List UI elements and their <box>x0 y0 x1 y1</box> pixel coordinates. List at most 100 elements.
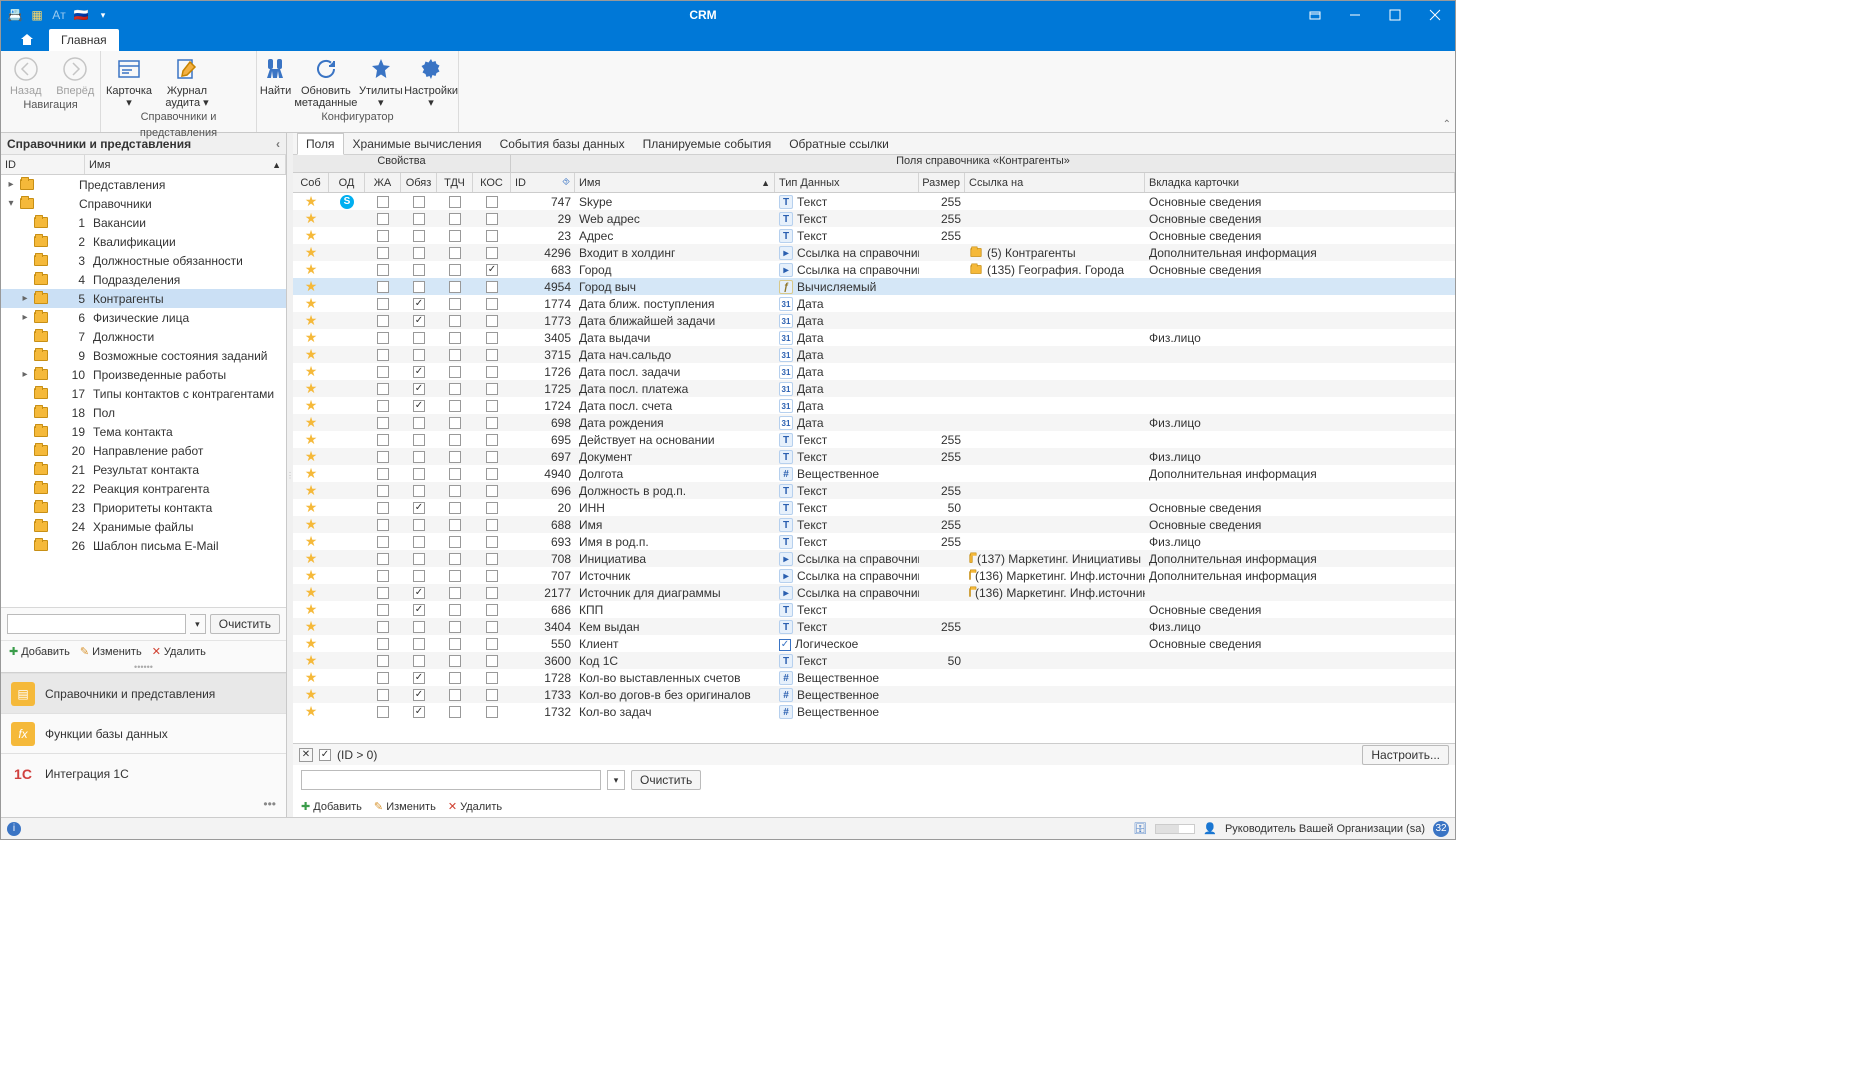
grid-row[interactable]: ★698Дата рождения31 ДатаФиз.лицо <box>293 414 1455 431</box>
grid-row[interactable]: ★1732Кол-во задач# Вещественное <box>293 703 1455 720</box>
tree-item[interactable]: 2Квалификации <box>1 232 286 251</box>
check-ob[interactable] <box>413 434 425 446</box>
check-ob[interactable] <box>413 604 425 616</box>
find-button[interactable]: Найти <box>257 51 294 109</box>
check-kos[interactable] <box>486 213 498 225</box>
tree-item[interactable]: ▸5Контрагенты <box>1 289 286 308</box>
check-kos[interactable] <box>486 451 498 463</box>
check-ja[interactable] <box>377 213 389 225</box>
star-icon[interactable]: ★ <box>305 550 318 567</box>
col-imya[interactable]: Имя▲ <box>575 173 775 192</box>
tree-item[interactable]: 23Приоритеты контакта <box>1 498 286 517</box>
check-tdc[interactable] <box>449 502 461 514</box>
mtab[interactable]: Хранимые вычисления <box>344 133 491 155</box>
search-dd[interactable]: ▾ <box>607 770 625 790</box>
grid-row[interactable]: ★707Источник▸ Ссылка на справочник(136) … <box>293 567 1455 584</box>
col-kos[interactable]: КОС <box>473 173 511 192</box>
check-kos[interactable] <box>486 230 498 242</box>
add-button[interactable]: ✚ Добавить <box>9 645 70 658</box>
nav-spr[interactable]: ▤ Справочники и представления <box>1 673 286 713</box>
grid-row[interactable]: ★1728Кол-во выставленных счетов# Веществ… <box>293 669 1455 686</box>
check-kos[interactable] <box>486 536 498 548</box>
mtab[interactable]: Планируемые события <box>634 133 781 155</box>
tree-item[interactable]: 21Результат контакта <box>1 460 286 479</box>
check-ob[interactable] <box>413 264 425 276</box>
minimize-button[interactable] <box>1335 1 1375 29</box>
col-sob[interactable]: Соб <box>293 173 329 192</box>
check-ja[interactable] <box>377 672 389 684</box>
check-tdc[interactable] <box>449 349 461 361</box>
check-ob[interactable] <box>413 706 425 718</box>
col-ob[interactable]: Обяз <box>401 173 437 192</box>
audit-button[interactable]: Журнал аудита ▾ <box>157 51 217 109</box>
grid-row[interactable]: ★695Действует на основанииT Текст255 <box>293 431 1455 448</box>
grid-row[interactable]: ★550Клиент ЛогическоеОсновные сведения <box>293 635 1455 652</box>
check-tdc[interactable] <box>449 587 461 599</box>
check-ob[interactable] <box>413 451 425 463</box>
check-kos[interactable] <box>486 298 498 310</box>
check-tdc[interactable] <box>449 230 461 242</box>
check-kos[interactable] <box>486 485 498 497</box>
check-kos[interactable] <box>486 264 498 276</box>
check-ob[interactable] <box>413 570 425 582</box>
star-icon[interactable]: ★ <box>305 380 318 397</box>
star-icon[interactable]: ★ <box>305 635 318 652</box>
check-tdc[interactable] <box>449 213 461 225</box>
grid-row[interactable]: ★693Имя в род.п.T Текст255Физ.лицо <box>293 533 1455 550</box>
check-ja[interactable] <box>377 349 389 361</box>
filter-check[interactable] <box>319 749 331 761</box>
check-ja[interactable] <box>377 570 389 582</box>
star-icon[interactable]: ★ <box>305 499 318 516</box>
utils-button[interactable]: Утилиты▾ <box>358 51 405 109</box>
check-ja[interactable] <box>377 400 389 412</box>
info-icon[interactable]: i <box>7 822 21 836</box>
check-ob[interactable] <box>413 196 425 208</box>
check-tdc[interactable] <box>449 706 461 718</box>
check-ob[interactable] <box>413 502 425 514</box>
check-kos[interactable] <box>486 315 498 327</box>
star-icon[interactable]: ★ <box>305 414 318 431</box>
star-icon[interactable]: ★ <box>305 244 318 261</box>
col-ref[interactable]: Ссылка на <box>965 173 1145 192</box>
star-icon[interactable]: ★ <box>305 363 318 380</box>
check-ja[interactable] <box>377 655 389 667</box>
check-ob[interactable] <box>413 400 425 412</box>
star-icon[interactable]: ★ <box>305 193 318 210</box>
col-ja[interactable]: ЖА <box>365 173 401 192</box>
check-tdc[interactable] <box>449 689 461 701</box>
check-ja[interactable] <box>377 298 389 310</box>
tree-item[interactable]: 7Должности <box>1 327 286 346</box>
col-size[interactable]: Размер <box>919 173 965 192</box>
check-tdc[interactable] <box>449 468 461 480</box>
edit-button-2[interactable]: ✎ Изменить <box>374 800 436 813</box>
grid-row[interactable]: ★1725Дата посл. платежа31 Дата <box>293 380 1455 397</box>
check-tdc[interactable] <box>449 315 461 327</box>
star-icon[interactable]: ★ <box>305 261 318 278</box>
star-icon[interactable]: ★ <box>305 312 318 329</box>
check-tdc[interactable] <box>449 434 461 446</box>
back-button[interactable]: Назад <box>1 51 51 97</box>
mtab[interactable]: События базы данных <box>491 133 634 155</box>
grid-row[interactable]: ★1726Дата посл. задачи31 Дата <box>293 363 1455 380</box>
check-ja[interactable] <box>377 315 389 327</box>
qa-flag-icon[interactable]: 🇷🇺 <box>73 7 89 23</box>
check-ob[interactable] <box>413 536 425 548</box>
delete-button[interactable]: ✕ Удалить <box>152 645 206 658</box>
mtab[interactable]: Поля <box>297 133 344 155</box>
home-button[interactable] <box>5 29 49 51</box>
star-icon[interactable]: ★ <box>305 329 318 346</box>
check-ob[interactable] <box>413 468 425 480</box>
tree-item[interactable]: 17Типы контактов с контрагентами <box>1 384 286 403</box>
check-tdc[interactable] <box>449 621 461 633</box>
tree-root[interactable]: ▾Справочники <box>1 194 286 213</box>
grid-row[interactable]: ★29Web адресT Текст255Основные сведения <box>293 210 1455 227</box>
grid-row[interactable]: ★3600Код 1СT Текст50 <box>293 652 1455 669</box>
star-icon[interactable]: ★ <box>305 584 318 601</box>
check-ja[interactable] <box>377 587 389 599</box>
check-kos[interactable] <box>486 553 498 565</box>
check-ob[interactable] <box>413 213 425 225</box>
check-ja[interactable] <box>377 366 389 378</box>
check-ob[interactable] <box>413 638 425 650</box>
check-tdc[interactable] <box>449 247 461 259</box>
check-ja[interactable] <box>377 434 389 446</box>
